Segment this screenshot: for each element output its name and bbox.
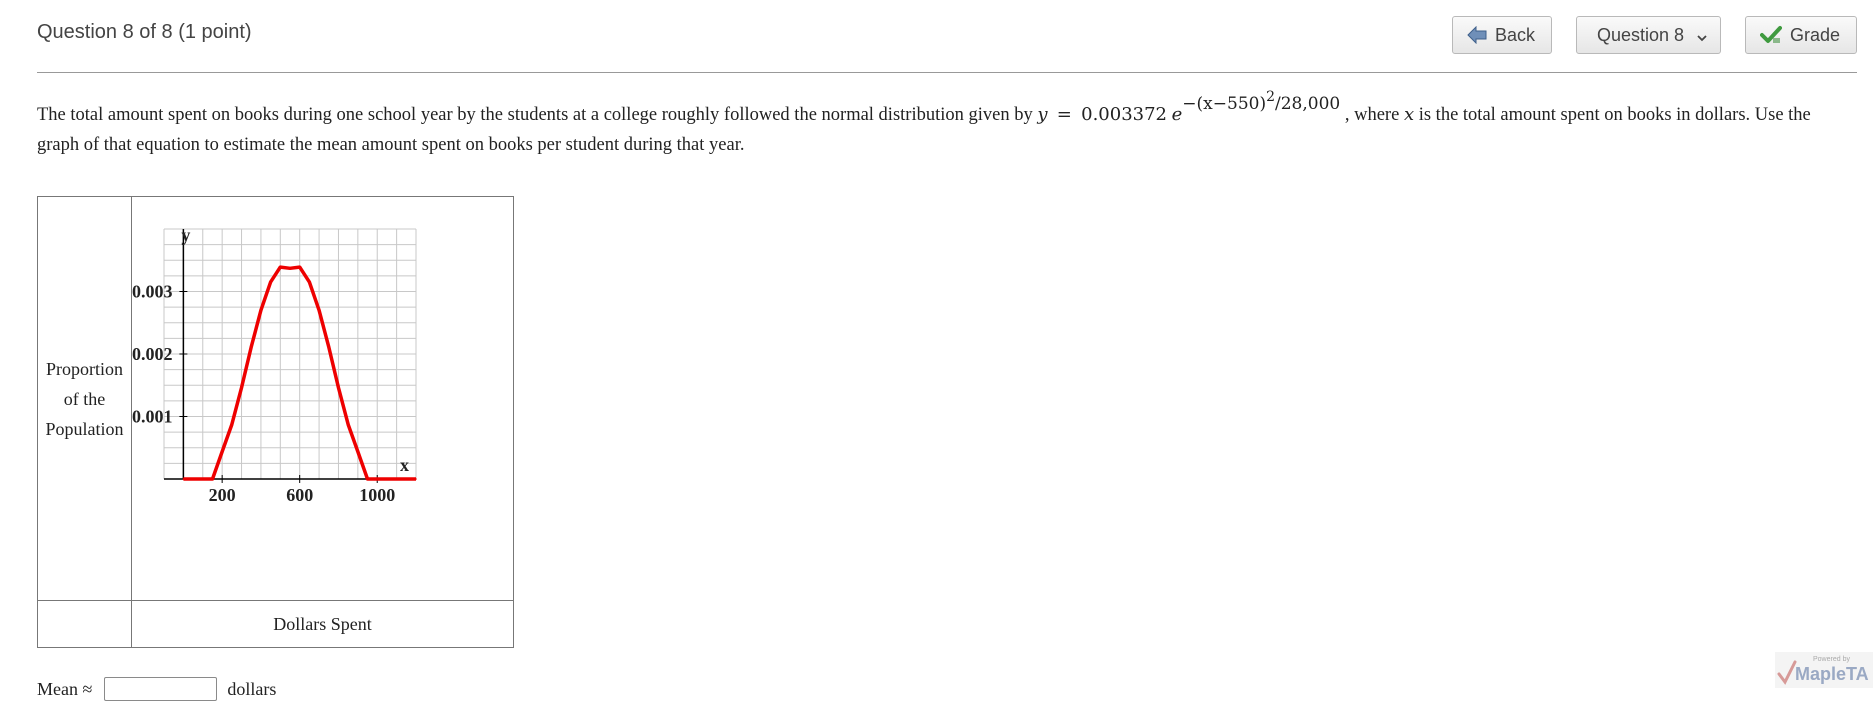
curve-point [318, 309, 320, 312]
equation-exponent-base: −(x−550) [1182, 94, 1267, 114]
graph-table: Proportion of the Population 200 600 1000 0… [37, 196, 514, 648]
back-arrow-icon [1467, 26, 1487, 44]
problem-text-2: , where [1340, 105, 1404, 125]
x-tick-label: 1000 [359, 485, 395, 505]
question-select[interactable]: Question 8 [1576, 16, 1721, 54]
curve-point [376, 478, 379, 480]
x-tick-label: 200 [209, 485, 236, 505]
y-axis-label-line3: Population [45, 418, 124, 439]
curve-point [240, 386, 243, 389]
equation-y: y [1037, 104, 1048, 125]
equation-x: x [1403, 104, 1415, 125]
curve-point [250, 346, 253, 348]
x-axis-caption: Dollars Spent [131, 600, 514, 648]
y-tick-label: 0.001 [132, 407, 173, 427]
question-title: Question 8 of 8 (1 point) [37, 21, 252, 43]
problem-text-1: The total amount spent on books during o… [37, 105, 1038, 125]
dollars-label: dollars [227, 678, 277, 699]
checkmark-icon [1760, 25, 1782, 45]
question-select-value: Question 8 [1597, 24, 1685, 45]
equation-coefficient: 0.003372 [1081, 104, 1168, 125]
curve-point [182, 478, 185, 480]
plot-cell: 200 600 1000 0.001 0.002 0.003 y x [131, 196, 514, 601]
answer-row: Mean ≈ dollars [37, 677, 276, 701]
normal-distribution-chart: 200 600 1000 0.001 0.002 0.003 y x [132, 225, 417, 505]
problem-statement: The total amount spent on books during o… [37, 90, 1847, 160]
curve-point [260, 309, 262, 312]
equation-divisor: /28,000 [1275, 94, 1341, 114]
mean-label: Mean ≈ [37, 678, 93, 699]
equation-square: 2 [1266, 89, 1276, 105]
curve-point [269, 281, 272, 283]
curve-point [221, 450, 223, 453]
y-axis-label-line1: Proportion [45, 358, 123, 379]
curve-point [395, 478, 398, 480]
maple-ta-text: MapleTA [1795, 664, 1869, 684]
curve-point [415, 478, 417, 480]
curve-point [298, 266, 301, 268]
x-tick-label: 600 [286, 485, 313, 505]
y-axis-label-line2: of the [63, 388, 106, 409]
y-axis-label: Proportion of the Population [37, 196, 132, 601]
grade-button[interactable]: Grade [1745, 16, 1857, 54]
maple-ta-logo: Powered by MapleTA [1775, 652, 1873, 688]
curve-point [327, 346, 330, 348]
curve-point [211, 478, 214, 480]
curve-point [337, 386, 340, 389]
curve-point [201, 478, 204, 480]
curve-point [357, 450, 359, 453]
equation-e: e [1171, 104, 1183, 125]
curve-point [347, 423, 349, 426]
chevron-down-icon [1696, 28, 1708, 49]
question-header: Question 8 of 8 (1 point) Back Question … [37, 0, 1857, 73]
back-button[interactable]: Back [1452, 16, 1552, 54]
curve-point [366, 478, 369, 480]
powered-by-text: Powered by [1813, 656, 1850, 663]
y-tick-label: 0.003 [132, 282, 173, 302]
curve-point [308, 281, 311, 283]
equation-equals: = [1056, 104, 1072, 125]
back-label: Back [1495, 24, 1536, 45]
curve-point [289, 267, 291, 270]
curve-point [279, 266, 282, 268]
x-axis-letter: x [400, 455, 409, 475]
empty-caption-cell [37, 600, 132, 648]
curve-point [231, 423, 233, 426]
grade-label: Grade [1790, 24, 1841, 45]
equation-exponent: −(x−550)2/28,000 [1182, 90, 1341, 114]
mean-input[interactable] [104, 677, 218, 701]
y-tick-label: 0.002 [132, 344, 173, 364]
y-axis-letter: y [181, 225, 190, 245]
